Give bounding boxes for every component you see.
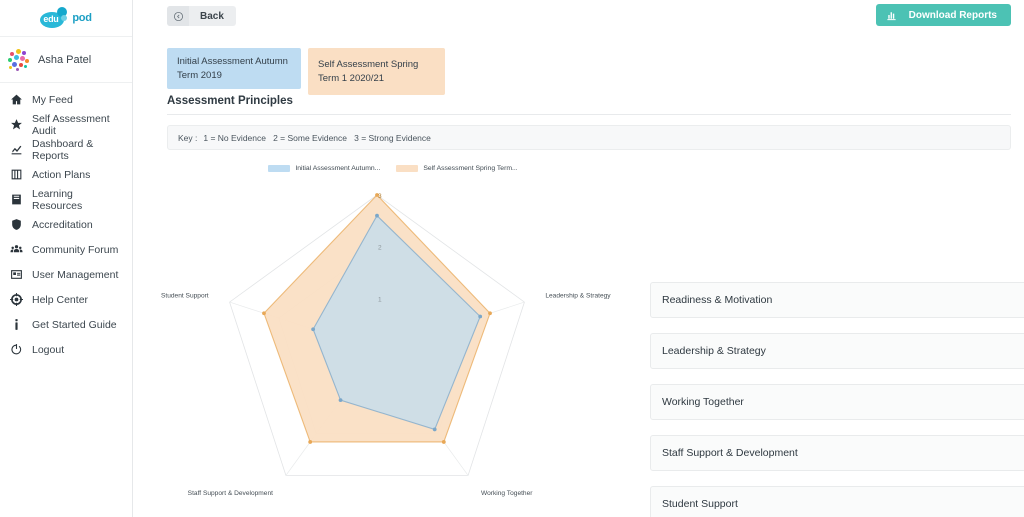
logo-text-edu: edu xyxy=(43,14,59,24)
sidebar-item-my-feed[interactable]: My Feed xyxy=(0,87,132,112)
tab-label: Self Assessment Spring Term 1 2020/21 xyxy=(318,58,419,84)
legend-label-initial: Initial Assessment Autumn... xyxy=(295,165,381,172)
legend-item-self[interactable]: Self Assessment Spring Term... xyxy=(396,165,518,172)
sidebar-item-label: Community Forum xyxy=(32,243,119,256)
chart-line-icon xyxy=(9,143,23,157)
sidebar-item-label: Logout xyxy=(32,343,65,356)
bar-chart-icon xyxy=(886,10,897,21)
sidebar-item-learning-resources[interactable]: Learning Resources xyxy=(0,187,132,212)
sidebar-item-action-plans[interactable]: Action Plans xyxy=(0,162,132,187)
sidebar-item-community-forum[interactable]: Community Forum xyxy=(0,237,132,262)
sidebar: edu pod Asha Patel My Feed Self Assessme… xyxy=(0,0,133,517)
tab-self-assessment[interactable]: Self Assessment Spring Term 1 2020/21 xyxy=(308,48,445,95)
top-bar: Back Download Reports xyxy=(133,0,1024,37)
power-icon xyxy=(9,343,23,357)
chart-legend: Initial Assessment Autumn... Self Assess… xyxy=(133,165,653,172)
sidebar-item-label: Accreditation xyxy=(32,218,93,231)
radar-plot: 1 2 3 Readiness & Motivation Leadership & St… xyxy=(161,175,611,497)
sidebar-item-label: Get Started Guide xyxy=(32,318,117,331)
legend-swatch-initial xyxy=(268,165,291,172)
book-icon xyxy=(9,193,23,207)
score-label: Leadership & Strategy xyxy=(662,345,766,357)
legend-swatch-self xyxy=(396,165,419,172)
sidebar-nav: My Feed Self Assessment Audit Dashboard … xyxy=(0,83,132,362)
sidebar-item-label: User Management xyxy=(32,268,119,281)
sidebar-item-logout[interactable]: Logout xyxy=(0,337,132,362)
table-row[interactable]: Working Together 1.9 2.2 xyxy=(650,384,1024,420)
svg-text:Leadership & Strategy: Leadership & Strategy xyxy=(545,292,611,299)
avatar xyxy=(8,48,30,71)
legend-label-self: Self Assessment Spring Term... xyxy=(423,165,518,172)
home-icon xyxy=(9,93,23,107)
sidebar-item-label: Help Center xyxy=(32,293,89,306)
page-title: Assessment Principles xyxy=(167,95,1011,115)
user-profile[interactable]: Asha Patel xyxy=(0,37,132,83)
score-label: Working Together xyxy=(662,396,744,408)
sidebar-item-label: Learning Resources xyxy=(32,187,83,212)
svg-text:Working Together: Working Together xyxy=(481,490,533,497)
logo-text-pod: pod xyxy=(72,12,92,24)
tab-label: Initial Assessment Autumn Term 2019 xyxy=(177,55,288,81)
app-logo[interactable]: edu pod xyxy=(0,0,132,37)
svg-text:1: 1 xyxy=(378,296,382,303)
sidebar-item-help-center[interactable]: Help Center xyxy=(0,287,132,312)
score-label: Staff Support & Development xyxy=(662,447,798,459)
sidebar-item-dashboard-reports[interactable]: Dashboard & Reports xyxy=(0,137,132,162)
users-icon xyxy=(9,243,23,257)
table-row[interactable]: Staff Support & Development 1.2 2.2 xyxy=(650,435,1024,471)
sidebar-item-get-started-guide[interactable]: Get Started Guide xyxy=(0,312,132,337)
download-reports-button[interactable]: Download Reports xyxy=(875,4,1011,26)
svg-text:Staff Support & Development: Staff Support & Development xyxy=(188,490,273,497)
sidebar-item-label: Action Plans xyxy=(32,168,91,181)
table-row[interactable]: Readiness & Motivation 2.6 3.0 xyxy=(650,282,1024,318)
tab-initial-assessment[interactable]: Initial Assessment Autumn Term 2019 xyxy=(167,48,301,89)
arrow-left-circle-icon xyxy=(167,6,189,26)
svg-text:Student Support: Student Support xyxy=(161,292,209,299)
lifebuoy-icon xyxy=(9,293,23,307)
svg-text:Readiness & Motivation: Readiness & Motivation xyxy=(342,175,412,177)
sidebar-item-label: Dashboard & Reports xyxy=(32,137,94,162)
score-label: Readiness & Motivation xyxy=(662,294,773,306)
sidebar-item-accreditation[interactable]: Accreditation xyxy=(0,212,132,237)
info-icon xyxy=(9,318,23,332)
sidebar-item-label: My Feed xyxy=(32,93,73,106)
scores-panel: Readiness & Motivation 2.6 3.0 Leadershi… xyxy=(650,282,1024,517)
back-button[interactable]: Back xyxy=(167,6,236,26)
legend-item-initial[interactable]: Initial Assessment Autumn... xyxy=(268,165,380,172)
user-name: Asha Patel xyxy=(38,53,92,66)
back-label: Back xyxy=(200,10,224,22)
table-row[interactable]: Student Support 1.3 2.3 xyxy=(650,486,1024,517)
sidebar-item-user-management[interactable]: User Management xyxy=(0,262,132,287)
table-row[interactable]: Leadership & Strategy 2.1 2.3 xyxy=(650,333,1024,369)
star-icon xyxy=(9,118,23,132)
key-items: 1 = No Evidence 2 = Some Evidence 3 = St… xyxy=(203,132,431,143)
key-legend-bar: Key : 1 = No Evidence 2 = Some Evidence … xyxy=(167,125,1011,150)
edupod-blob-icon: edu xyxy=(40,7,74,29)
app-root: edu pod Asha Patel My Feed Self Assessme… xyxy=(0,0,1024,517)
assessment-tabs: Initial Assessment Autumn Term 2019 Self… xyxy=(133,37,1024,95)
list-board-icon xyxy=(9,168,23,182)
svg-text:3: 3 xyxy=(378,193,382,200)
main-content: Back Download Reports Initial Assessment… xyxy=(133,0,1024,517)
score-label: Student Support xyxy=(662,498,738,510)
download-reports-label: Download Reports xyxy=(908,9,997,21)
svg-text:2: 2 xyxy=(378,245,382,252)
id-card-icon xyxy=(9,268,23,282)
sidebar-item-self-assessment-audit[interactable]: Self Assessment Audit xyxy=(0,112,132,137)
radar-chart: Initial Assessment Autumn... Self Assess… xyxy=(133,157,653,517)
key-label: Key : xyxy=(178,132,198,143)
shield-icon xyxy=(9,218,23,232)
sidebar-item-label: Self Assessment Audit xyxy=(32,112,110,137)
